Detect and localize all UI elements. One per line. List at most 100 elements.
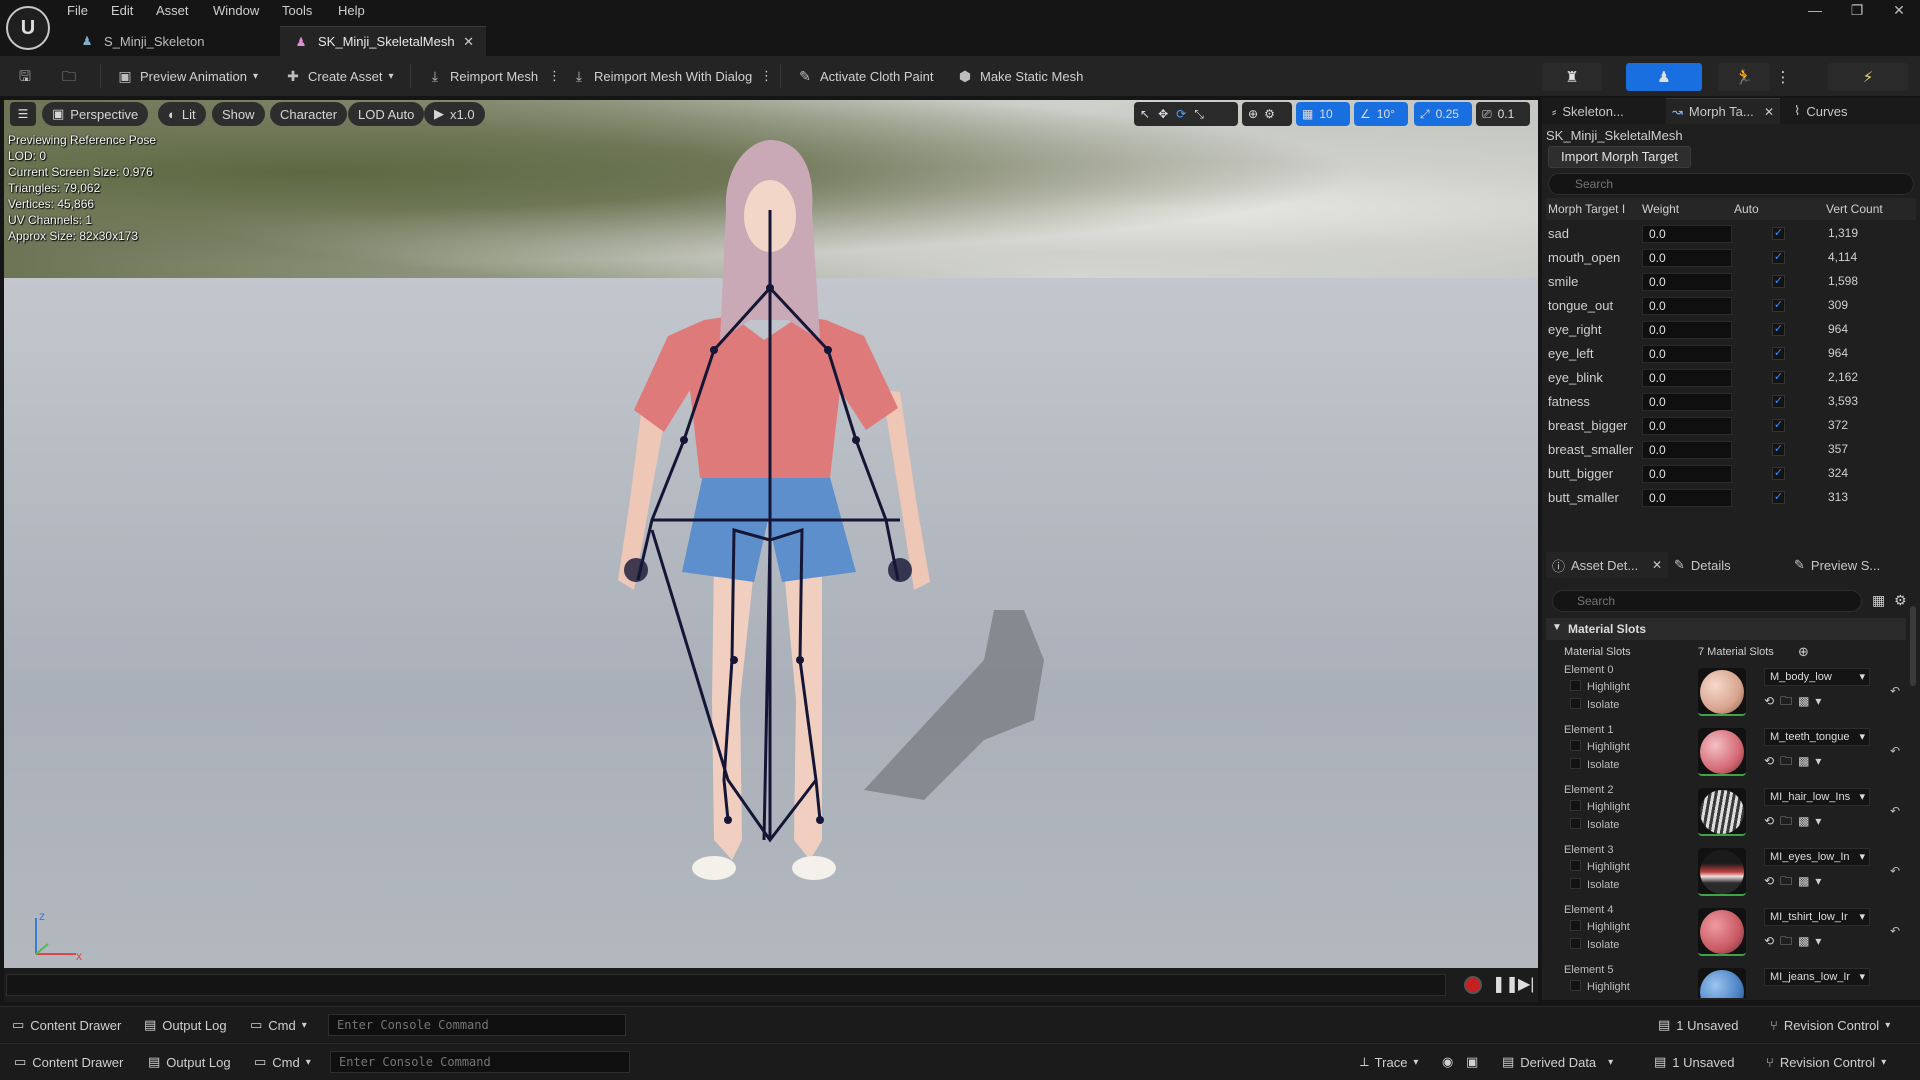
playback-speed-button[interactable]: ▶ x1.0 <box>424 102 485 126</box>
tab-skeleton-tree[interactable]: ⸗ Skeleton... <box>1546 98 1664 124</box>
minimize-icon[interactable]: — <box>1800 2 1830 18</box>
morph-weight-field[interactable]: 0.0 <box>1642 345 1732 363</box>
material-dropdown[interactable]: MI_jeans_low_Ir ▾ <box>1764 968 1870 986</box>
step-forward-button[interactable]: ▶| <box>1518 974 1534 994</box>
preview-animation-button[interactable]: ▣ Preview Animation ▾ <box>110 62 264 90</box>
morph-weight-field[interactable]: 0.0 <box>1642 489 1732 507</box>
morph-row[interactable]: tongue_out 0.0 ✓ 309 <box>1546 294 1916 318</box>
material-actions[interactable]: ⟲🗀▩▾ <box>1764 812 1827 833</box>
mode-options-button[interactable]: ⋮ <box>1774 63 1792 91</box>
browse-icon[interactable]: 🗀 <box>1780 874 1798 888</box>
auto-checkbox[interactable]: ✓ <box>1772 371 1785 384</box>
column-header-auto[interactable]: Auto <box>1734 202 1759 216</box>
material-thumbnail[interactable] <box>1698 788 1746 836</box>
restore-icon[interactable]: ❐ <box>1842 2 1872 19</box>
morph-row[interactable]: breast_smaller 0.0 ✓ 357 <box>1546 438 1916 462</box>
material-dropdown[interactable]: MI_eyes_low_In ▾ <box>1764 848 1870 866</box>
viewport-menu-button[interactable]: ☰ <box>10 102 36 126</box>
morph-row[interactable]: butt_smaller 0.0 ✓ 313 <box>1546 486 1916 510</box>
physics-mode-button[interactable]: ⚡ <box>1828 63 1908 91</box>
isolate-checkbox[interactable]: Isolate <box>1570 938 1619 951</box>
tab-curves[interactable]: ⌇ Curves <box>1788 98 1878 124</box>
morph-row[interactable]: butt_bigger 0.0 ✓ 324 <box>1546 462 1916 486</box>
surface-snap-tools[interactable]: ⊕ ⚙ <box>1242 102 1292 126</box>
material-thumbnail[interactable] <box>1698 908 1746 956</box>
use-selected-icon[interactable]: ⟲ <box>1764 754 1780 768</box>
browse-icon[interactable]: 🗀 <box>1780 754 1798 768</box>
lit-button[interactable]: ◐ Lit <box>158 102 206 126</box>
close-window-icon[interactable]: ✕ <box>1884 2 1914 19</box>
details-search-input[interactable] <box>1552 590 1862 612</box>
output-log-button[interactable]: ▤ Output Log <box>148 1044 231 1080</box>
browse-icon[interactable]: 🗀 <box>1780 934 1798 948</box>
material-options-icon[interactable]: ▩▾ <box>1798 874 1827 888</box>
save-button[interactable]: 🖫 <box>10 62 46 90</box>
highlight-checkbox[interactable]: Highlight <box>1570 800 1630 813</box>
reset-icon[interactable]: ↶ <box>1890 744 1900 758</box>
menu-file[interactable]: File <box>67 3 88 18</box>
menu-asset[interactable]: Asset <box>156 3 189 18</box>
material-slots-section-header[interactable]: ▼ Material Slots <box>1546 618 1906 640</box>
auto-checkbox[interactable]: ✓ <box>1772 467 1785 480</box>
pause-button[interactable]: ❚❚ <box>1492 974 1519 994</box>
show-button[interactable]: Show <box>212 102 265 126</box>
column-header-weight[interactable]: Weight <box>1642 202 1679 216</box>
close-tab-icon[interactable]: ✕ <box>1764 105 1774 119</box>
auto-checkbox[interactable]: ✓ <box>1772 251 1785 264</box>
material-options-icon[interactable]: ▩▾ <box>1798 934 1827 948</box>
content-drawer-button[interactable]: ▭ Content Drawer <box>12 1007 121 1043</box>
use-selected-icon[interactable]: ⟲ <box>1764 874 1780 888</box>
column-header-name[interactable]: Morph Target I <box>1548 202 1625 216</box>
material-actions[interactable]: ⟲🗀▩▾ <box>1764 752 1827 773</box>
morph-weight-field[interactable]: 0.0 <box>1642 297 1732 315</box>
material-thumbnail[interactable] <box>1698 668 1746 716</box>
use-selected-icon[interactable]: ⟲ <box>1764 814 1780 828</box>
column-header-vert-count[interactable]: Vert Count <box>1826 202 1883 216</box>
use-selected-icon[interactable]: ⟲ <box>1764 694 1780 708</box>
morph-row[interactable]: eye_right 0.0 ✓ 964 <box>1546 318 1916 342</box>
menu-tools[interactable]: Tools <box>282 3 312 18</box>
tab-preview-scene[interactable]: ✎ Preview S... <box>1788 552 1908 578</box>
material-dropdown[interactable]: M_teeth_tongue ▾ <box>1764 728 1870 746</box>
morph-weight-field[interactable]: 0.0 <box>1642 321 1732 339</box>
grid-snap-button[interactable]: ▦ 10 <box>1296 102 1350 126</box>
unsaved-button[interactable]: ▤ 1 Unsaved <box>1654 1044 1734 1080</box>
morph-weight-field[interactable]: 0.0 <box>1642 369 1732 387</box>
morph-weight-field[interactable]: 0.0 <box>1642 441 1732 459</box>
material-actions[interactable]: ⟲🗀▩▾ <box>1764 932 1827 953</box>
morph-row[interactable]: fatness 0.0 ✓ 3,593 <box>1546 390 1916 414</box>
record-button[interactable] <box>1464 976 1482 994</box>
auto-checkbox[interactable]: ✓ <box>1772 395 1785 408</box>
derived-data-button[interactable]: ▤ Derived Data ▾ <box>1502 1044 1613 1080</box>
use-selected-icon[interactable]: ⟲ <box>1764 934 1780 948</box>
auto-checkbox[interactable]: ✓ <box>1772 443 1785 456</box>
revision-control-button[interactable]: ⑂ Revision Control ▾ <box>1770 1007 1890 1043</box>
table-view-icon[interactable]: ▦ <box>1872 592 1885 609</box>
material-options-icon[interactable]: ▩▾ <box>1798 814 1827 828</box>
highlight-checkbox[interactable]: Highlight <box>1570 980 1630 993</box>
morph-weight-field[interactable]: 0.0 <box>1642 249 1732 267</box>
add-slot-icon[interactable]: ⊕ <box>1798 644 1809 660</box>
material-actions[interactable]: ⟲🗀▩▾ <box>1764 692 1827 713</box>
mesh-mode-button[interactable]: ♟ <box>1626 63 1702 91</box>
reset-icon[interactable]: ↶ <box>1890 864 1900 878</box>
morph-weight-field[interactable]: 0.0 <box>1642 225 1732 243</box>
morph-row[interactable]: eye_left 0.0 ✓ 964 <box>1546 342 1916 366</box>
morph-row[interactable]: smile 0.0 ✓ 1,598 <box>1546 270 1916 294</box>
reimport-dialog-button[interactable]: ⤓ Reimport Mesh With Dialog <box>564 62 758 90</box>
morph-weight-field[interactable]: 0.0 <box>1642 393 1732 411</box>
highlight-checkbox[interactable]: Highlight <box>1570 920 1630 933</box>
tab-asset-details[interactable]: ⓘ Asset Det... ✕ <box>1546 552 1668 578</box>
menu-window[interactable]: Window <box>213 3 259 18</box>
transform-tools[interactable]: ↖ ✥ ⟳ ⤡ <box>1134 102 1238 126</box>
isolate-checkbox[interactable]: Isolate <box>1570 818 1619 831</box>
auto-checkbox[interactable]: ✓ <box>1772 227 1785 240</box>
activate-cloth-paint-button[interactable]: ✎ Activate Cloth Paint <box>790 62 939 90</box>
timeline-scrubber[interactable] <box>6 974 1446 996</box>
material-dropdown[interactable]: M_body_low ▾ <box>1764 668 1870 686</box>
lod-button[interactable]: LOD Auto <box>348 102 425 126</box>
viewport[interactable]: ☰ ▣ Perspective ◐ Lit Show Character LOD A… <box>4 100 1538 968</box>
tab-morph-targets[interactable]: ↝ Morph Ta... ✕ <box>1666 98 1780 124</box>
isolate-checkbox[interactable]: Isolate <box>1570 878 1619 891</box>
material-dropdown[interactable]: MI_hair_low_Ins ▾ <box>1764 788 1870 806</box>
